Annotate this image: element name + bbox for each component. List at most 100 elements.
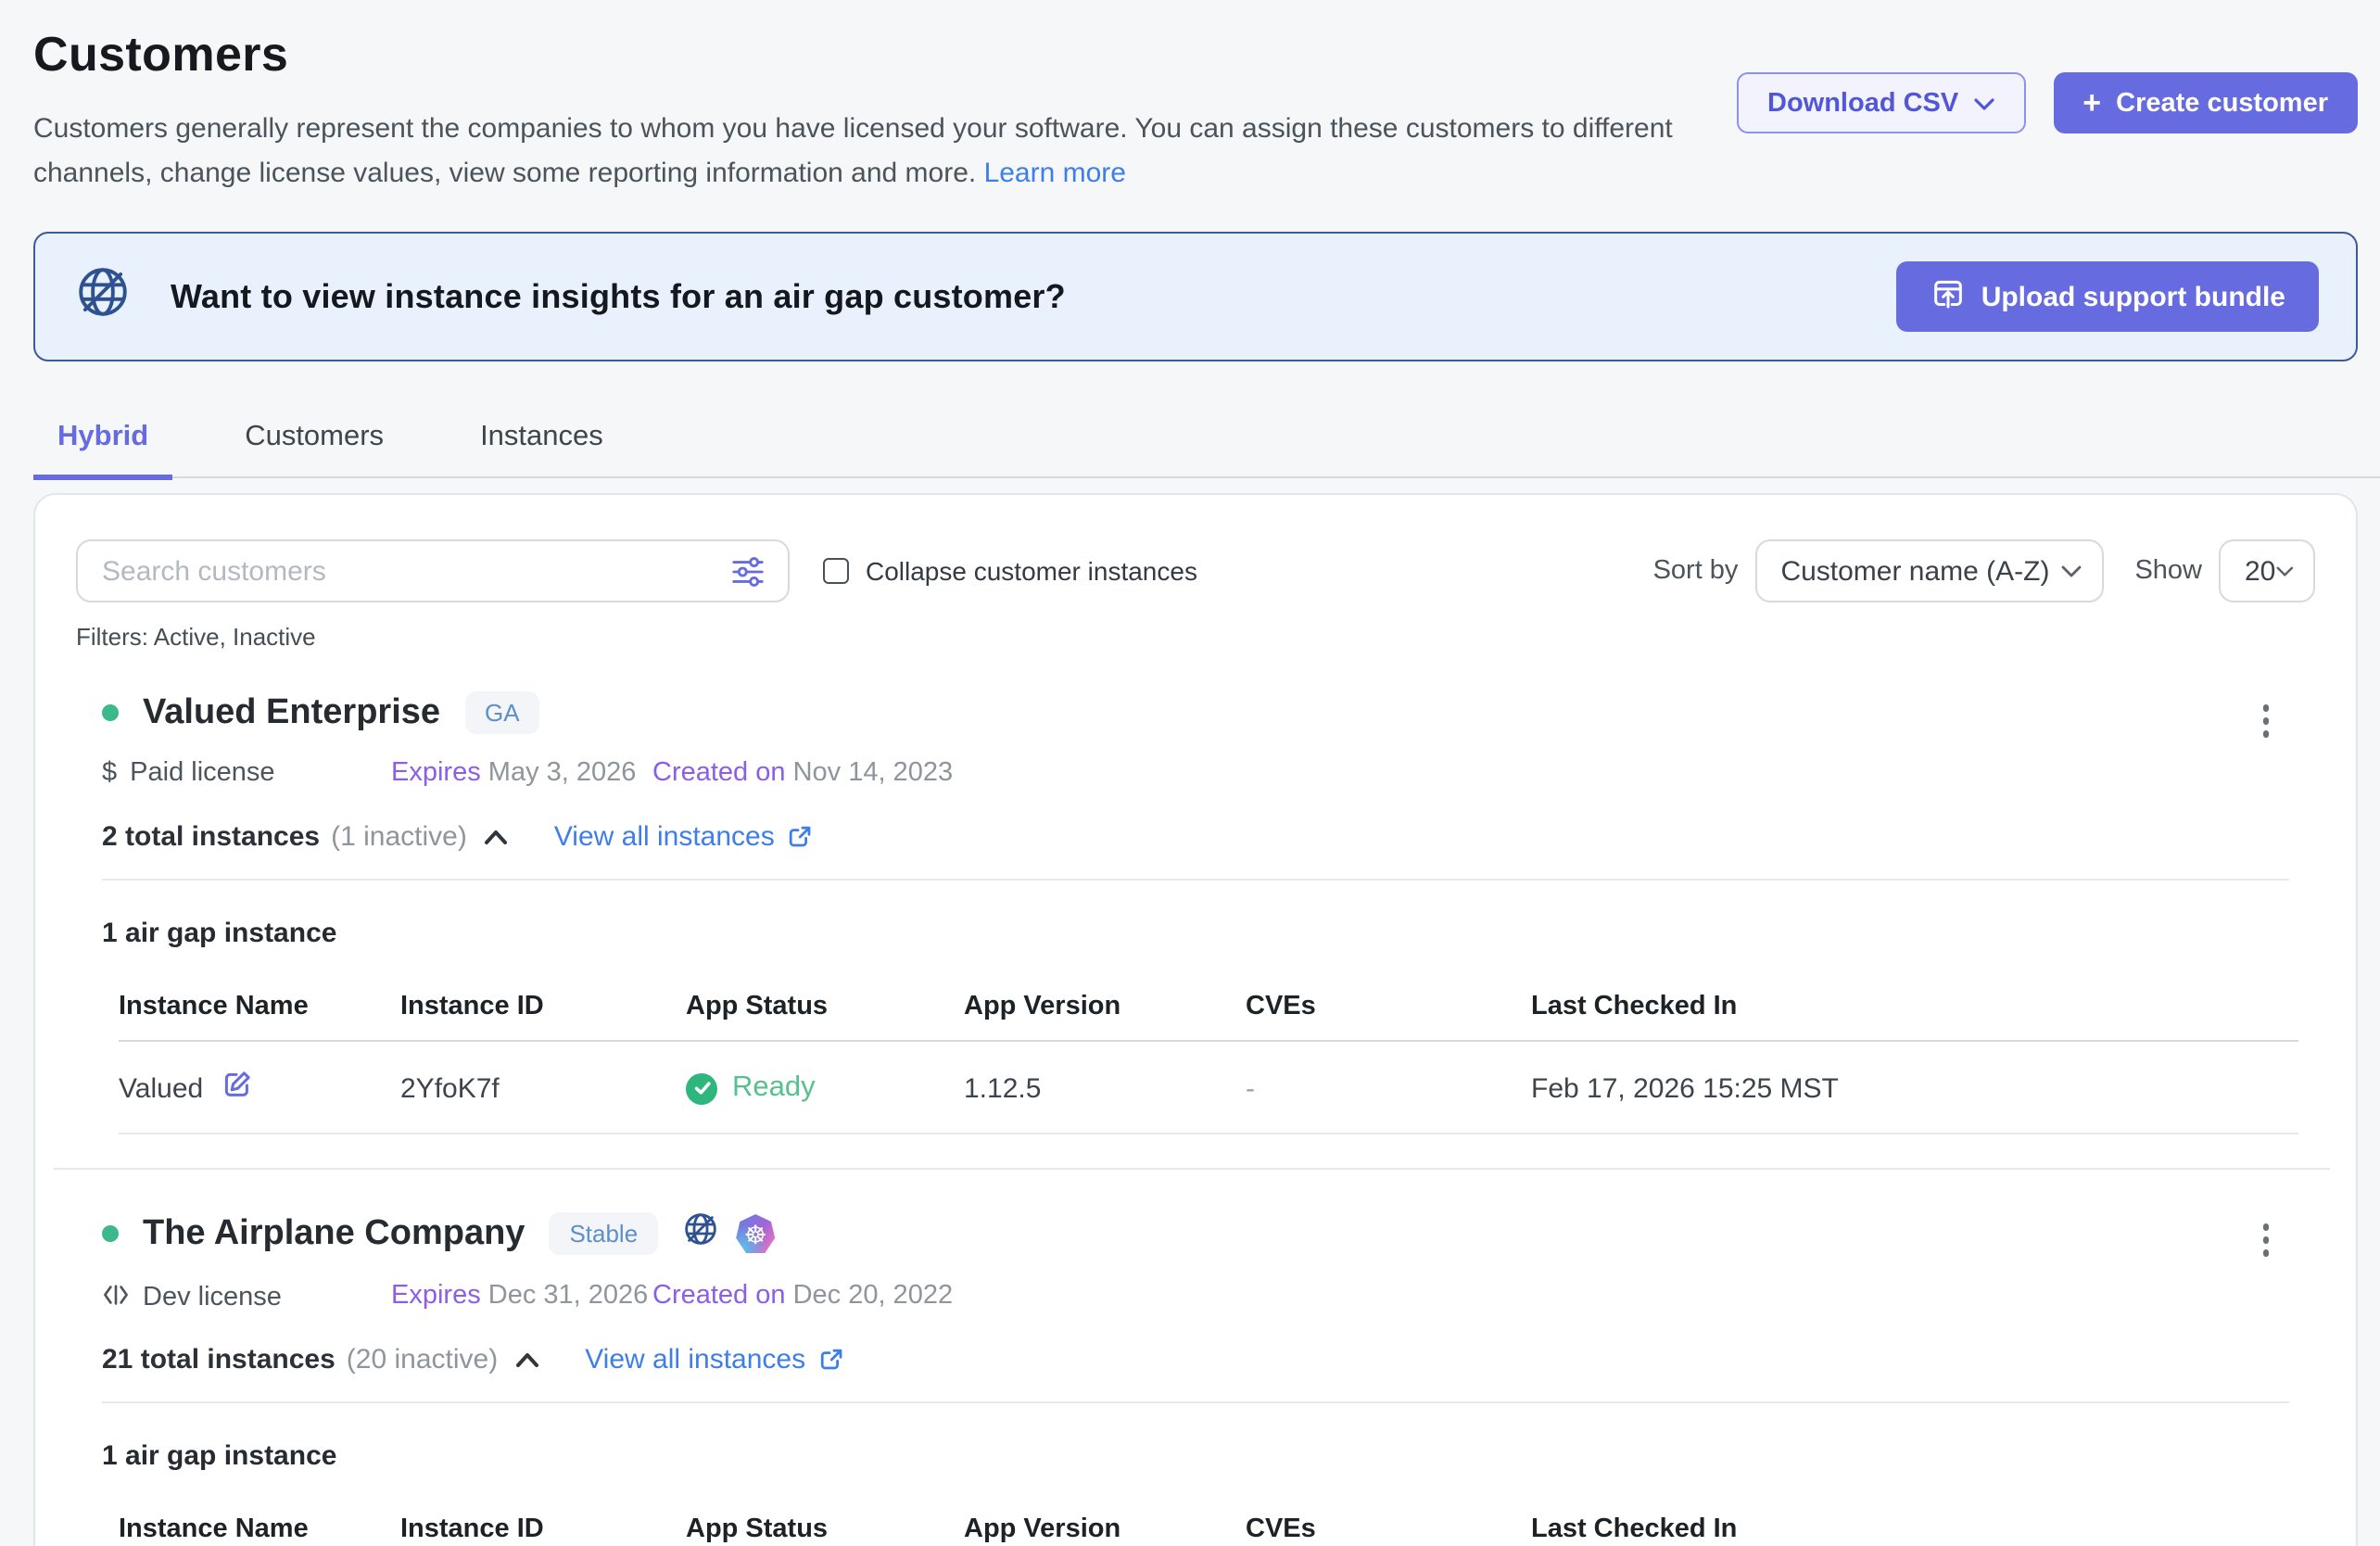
created-field: Created on Nov 14, 2023 (652, 758, 953, 788)
customer-name[interactable]: The Airplane Company (143, 1213, 525, 1254)
last-checked-in: Feb 17, 2026 15:25 MST (1531, 1041, 2298, 1134)
chevron-down-icon (2060, 564, 2081, 577)
col-instance-id: Instance ID (400, 968, 686, 1041)
tab-instances[interactable]: Instances (456, 397, 627, 480)
airgap-banner: Want to view instance insights for an ai… (33, 232, 2358, 361)
page-description-text: Customers generally represent the compan… (33, 113, 1673, 189)
chevron-up-icon[interactable] (514, 1351, 538, 1368)
upload-support-bundle-label: Upload support bundle (1981, 281, 2285, 312)
external-link-icon (818, 1348, 842, 1372)
customer-name[interactable]: Valued Enterprise (143, 692, 440, 733)
download-csv-label: Download CSV (1767, 88, 1958, 118)
col-app-version: App Version (964, 968, 1246, 1041)
col-app-status: App Status (686, 968, 964, 1041)
col-last-checked-in: Last Checked In (1531, 1490, 2298, 1546)
airgap-instances-heading: 1 air gap instance (102, 1440, 2289, 1472)
dev-license-icon (102, 1281, 130, 1312)
check-circle-icon (686, 1072, 717, 1104)
expires-field: Expires Dec 31, 2026 (391, 1281, 648, 1311)
col-cves: CVEs (1246, 968, 1531, 1041)
channel-badge: Stable (549, 1212, 658, 1255)
sort-by-value: Customer name (A-Z) (1780, 555, 2049, 587)
table-header-row: Instance Name Instance ID App Status App… (119, 968, 2298, 1041)
customer-menu-button[interactable] (2253, 1218, 2278, 1261)
kubernetes-icon: ☸ (736, 1214, 775, 1253)
active-status-dot (102, 1225, 119, 1242)
collapse-instances-label: Collapse customer instances (866, 556, 1197, 586)
license-type-label: Paid license (130, 758, 274, 788)
view-all-instances-label: View all instances (585, 1344, 805, 1375)
show-label: Show (2134, 556, 2202, 586)
divider (102, 1401, 2289, 1403)
channel-icons: ☸ (682, 1210, 775, 1257)
airgap-instances-table: Instance Name Instance ID App Status App… (119, 968, 2298, 1134)
airgap-instances-table: Instance Name Instance ID App Status App… (119, 1490, 2298, 1546)
col-last-checked-in: Last Checked In (1531, 968, 2298, 1041)
download-csv-button[interactable]: Download CSV (1736, 72, 2025, 133)
collapse-instances-toggle[interactable]: Collapse customer instances (823, 556, 1197, 586)
license-type: Dev license (102, 1281, 282, 1312)
paid-license-icon: $ (102, 758, 117, 788)
customer-meta: Dev license Expires Dec 31, 2026 Created… (102, 1281, 2289, 1314)
expires-value: May 3, 2026 (488, 758, 637, 788)
banner-title: Want to view instance insights for an ai… (171, 277, 1066, 316)
header-actions: Download CSV + Create customer (1736, 72, 2358, 133)
show-count-select[interactable]: 20 (2219, 539, 2315, 602)
table-row: Valued 2YfoK7f (119, 1041, 2298, 1134)
instances-total: 2 total instances (102, 821, 320, 853)
create-customer-button[interactable]: + Create customer (2053, 72, 2358, 133)
instances-summary-row: 21 total instances (20 inactive) View al… (102, 1344, 2289, 1375)
tab-customers[interactable]: Customers (221, 397, 408, 480)
created-label: Created on (652, 758, 786, 788)
col-instance-name: Instance Name (119, 1490, 400, 1546)
collapse-instances-checkbox[interactable] (823, 558, 849, 584)
created-value: Dec 20, 2022 (793, 1281, 954, 1311)
divider (102, 879, 2289, 881)
chevron-up-icon[interactable] (484, 829, 508, 845)
customer-meta: $ Paid license Expires May 3, 2026 Creat… (102, 758, 2289, 792)
toolbar: Collapse customer instances Sort by Cust… (35, 539, 2356, 602)
created-value: Nov 14, 2023 (793, 758, 954, 788)
instances-summary-row: 2 total instances (1 inactive) View all … (102, 821, 2289, 853)
chevron-down-icon (1973, 88, 1994, 118)
expires-value: Dec 31, 2026 (488, 1281, 649, 1311)
created-field: Created on Dec 20, 2022 (652, 1281, 953, 1311)
customer-header: Valued Enterprise GA (102, 691, 2289, 734)
tab-hybrid[interactable]: Hybrid (33, 397, 172, 480)
edit-icon[interactable] (222, 1070, 251, 1107)
search-input[interactable] (78, 555, 723, 587)
app-version: 1.12.5 (964, 1041, 1246, 1134)
expires-field: Expires May 3, 2026 (391, 758, 636, 788)
license-type: $ Paid license (102, 758, 275, 788)
airgap-globe-icon (74, 263, 132, 330)
customer-menu-button[interactable] (2253, 699, 2278, 742)
col-app-version: App Version (964, 1490, 1246, 1546)
app-status-label: Ready (732, 1071, 816, 1105)
instance-id: 2YfoK7f (400, 1041, 686, 1134)
tab-bar: Hybrid Customers Instances (33, 397, 2380, 478)
channel-badge: GA (464, 691, 540, 734)
filter-sliders-icon[interactable] (723, 553, 788, 589)
active-status-dot (102, 704, 119, 721)
search-box (76, 539, 790, 602)
active-filters-label: Filters: Active, Inactive (35, 623, 2356, 651)
toolbar-right: Sort by Customer name (A-Z) Show 20 (1653, 539, 2315, 602)
upload-support-bundle-button[interactable]: Upload support bundle (1896, 261, 2319, 332)
view-all-instances-link[interactable]: View all instances (554, 821, 812, 853)
airgap-globe-icon (682, 1210, 719, 1257)
instance-name: Valued (119, 1072, 203, 1104)
instances-total: 21 total instances (102, 1344, 335, 1375)
sort-by-select[interactable]: Customer name (A-Z) (1754, 539, 2103, 602)
learn-more-link[interactable]: Learn more (984, 158, 1126, 189)
license-type-label: Dev license (143, 1282, 282, 1312)
col-instance-id: Instance ID (400, 1490, 686, 1546)
app-status: Ready (686, 1071, 964, 1105)
view-all-instances-link[interactable]: View all instances (585, 1344, 842, 1375)
view-all-instances-label: View all instances (554, 821, 775, 853)
table-header-row: Instance Name Instance ID App Status App… (119, 1490, 2298, 1546)
page-header: Customers Customers generally represent … (33, 0, 2358, 196)
sort-by-label: Sort by (1653, 556, 1739, 586)
customers-page: Customers Customers generally represent … (0, 0, 2380, 1546)
chevron-down-icon (2275, 564, 2293, 577)
customer-valued-enterprise: Valued Enterprise GA $ Paid license Expi… (35, 691, 2356, 1134)
